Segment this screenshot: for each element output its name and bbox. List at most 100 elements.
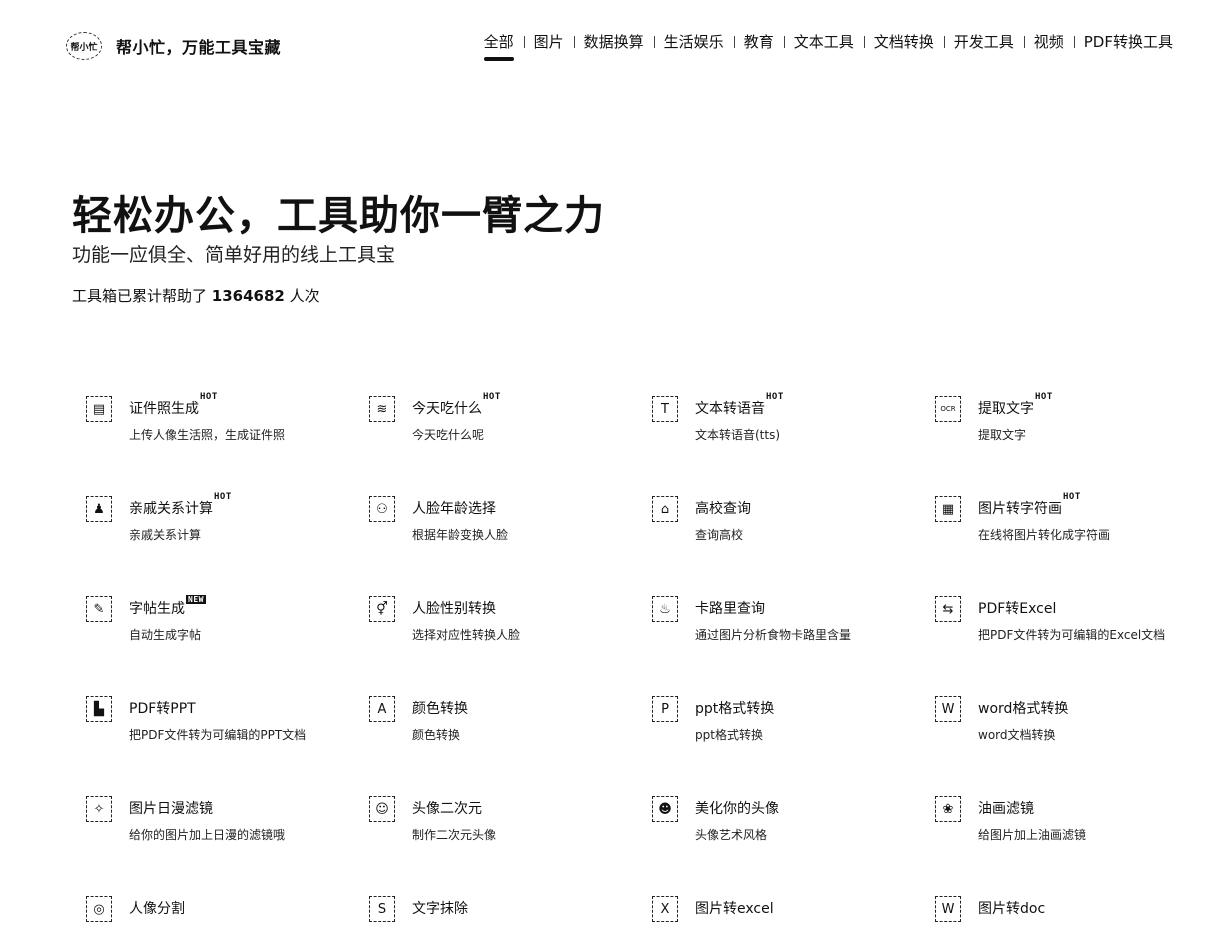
usage-count: 工具箱已累计帮助了 1364682 人次 [72, 285, 320, 306]
logo[interactable]: 帮小忙 帮小忙，万能工具宝藏 [66, 32, 281, 60]
tool-name-text: 图片转doc [978, 901, 1046, 917]
word-icon: W [935, 696, 961, 722]
tool-description: 上传人像生活照，生成证件照 [129, 428, 286, 442]
new-badge: NEW [186, 595, 206, 604]
tool-name-text: 美化你的头像 [695, 801, 779, 817]
pdf-ppt-icon: ▙ [86, 696, 112, 722]
tool-name: 油画滤镜 [978, 798, 1034, 818]
tool-description: 头像艺术风格 [695, 828, 768, 842]
tool-card[interactable]: ✎ 字帖生成 NEW 自动生成字帖 [86, 594, 356, 654]
tool-name: 人像分割 [129, 898, 185, 918]
nav-tab[interactable]: 数据换算 [573, 31, 654, 52]
tool-card[interactable]: ▦ 图片转字符画 HOT 在线将图片转化成字符画 [935, 492, 1205, 554]
ascii-art-icon: ▦ [935, 496, 961, 522]
tool-card[interactable]: ▤ 证件照生成 HOT 上传人像生活照，生成证件照 [86, 392, 356, 454]
tool-card[interactable]: ☻ 美化你的头像 头像艺术风格 [652, 794, 922, 854]
text-to-speech-icon: T [652, 396, 678, 422]
tool-card[interactable]: ⌂ 高校查询 查询高校 [652, 494, 922, 554]
university-icon: ⌂ [652, 496, 678, 522]
calorie-icon: ♨ [652, 596, 678, 622]
tool-card[interactable]: ♟ 亲戚关系计算 HOT 亲戚关系计算 [86, 492, 356, 554]
logo-mark: 帮小忙 [66, 32, 102, 60]
tool-card[interactable]: ▙ PDF转PPT 把PDF文件转为可编辑的PPT文档 [86, 694, 356, 754]
hot-badge: HOT [200, 392, 218, 402]
tool-card[interactable]: ❀ 油画滤镜 给图片加上油画滤镜 [935, 794, 1205, 854]
tool-name: PDF转PPT [129, 698, 196, 718]
image-doc-icon: W [935, 896, 961, 922]
tool-card[interactable]: Wword格式转换 word文档转换 [935, 694, 1205, 754]
tool-name-text: 高校查询 [695, 501, 751, 517]
tool-card[interactable]: A 颜色转换 颜色转换 [369, 694, 639, 754]
tool-name: 证件照生成 HOT [129, 392, 217, 418]
avatar-beautify-icon: ☻ [652, 796, 678, 822]
tool-description: word文档转换 [978, 728, 1056, 742]
tool-description: 提取文字 [978, 428, 1027, 442]
nav-tab[interactable]: 文本工具 [783, 31, 864, 52]
tool-name-text: 提取文字 [978, 401, 1034, 417]
nav-tab[interactable]: 开发工具 [943, 31, 1024, 52]
site-title: 帮小忙，万能工具宝藏 [116, 38, 282, 57]
hero-title: 轻松办公，工具助你一臂之力 [72, 193, 605, 239]
tool-card[interactable]: OCR 提取文字 HOT 提取文字 [935, 392, 1205, 454]
tool-card[interactable]: ⇆ PDF转Excel 把PDF文件转为可编辑的Excel文档 [935, 594, 1205, 654]
tool-name-text: ppt格式转换 [695, 701, 775, 717]
id-card-icon: ▤ [86, 396, 112, 422]
tool-name: ppt格式转换 [695, 698, 774, 718]
tool-name-text: 图片转字符画 [978, 501, 1062, 517]
tool-name: 图片日漫滤镜 [129, 798, 213, 818]
tool-name: 今天吃什么 HOT [412, 392, 500, 418]
nav-tab[interactable]: PDF转换工具 [1073, 31, 1183, 52]
tool-name-text: 图片日漫滤镜 [129, 801, 213, 817]
tool-name-text: PDF转PPT [129, 701, 196, 717]
tool-name: 图片转excel [695, 898, 774, 918]
nav-tab[interactable]: 视频 [1023, 31, 1074, 52]
tool-description: 把PDF文件转为可编辑的Excel文档 [978, 628, 1166, 642]
tool-description: 给图片加上油画滤镜 [978, 828, 1087, 842]
hot-badge: HOT [766, 392, 784, 402]
hot-badge: HOT [483, 392, 501, 402]
nav-tab[interactable]: 全部 [474, 31, 524, 61]
tool-name: 人脸年龄选择 [412, 498, 496, 518]
tool-name: 人脸性别转换 [412, 598, 496, 618]
usage-count-value: 1364682 [211, 287, 285, 305]
tool-name: 颜色转换 [412, 698, 468, 718]
tool-description: 亲戚关系计算 [129, 528, 202, 542]
tool-name: 字帖生成 NEW [129, 595, 206, 618]
tool-name: 高校查询 [695, 498, 751, 518]
nav-tab[interactable]: 生活娱乐 [653, 31, 734, 52]
tool-name-text: 字帖生成 [129, 601, 185, 617]
tool-name: 卡路里查询 [695, 598, 765, 618]
tool-card[interactable]: ☺ 头像二次元 制作二次元头像 [369, 794, 639, 854]
tool-card[interactable]: ⚥ 人脸性别转换选择对应性转换人脸 [369, 594, 639, 654]
tool-card[interactable]: X 图片转excel [652, 894, 922, 929]
gender-swap-icon: ⚥ [369, 596, 395, 622]
tool-name-text: 人像分割 [129, 901, 185, 917]
tool-card[interactable]: W 图片转doc [935, 894, 1205, 929]
tool-name-text: 颜色转换 [412, 701, 468, 717]
tool-card[interactable]: ⚇ 人脸年龄选择 根据年龄变换人脸 [369, 494, 639, 554]
tool-description: ppt格式转换 [695, 728, 763, 742]
face-age-icon: ⚇ [369, 496, 395, 522]
nav-tab[interactable]: 图片 [523, 31, 574, 52]
tool-name-text: 文本转语音 [695, 401, 765, 417]
tool-card[interactable]: ♨ 卡路里查询通过图片分析食物卡路里含量 [652, 594, 922, 654]
tool-name-text: word格式转换 [978, 701, 1069, 717]
tool-name-text: 卡路里查询 [695, 601, 765, 617]
food-icon: ≋ [369, 396, 395, 422]
tool-name: 文本转语音 HOT [695, 392, 783, 418]
tool-card[interactable]: ≋ 今天吃什么 HOT 今天吃什么呢 [369, 392, 639, 454]
tool-card[interactable]: ✧ 图片日漫滤镜 给你的图片加上日漫的滤镜哦 [86, 794, 356, 854]
tool-card[interactable]: Pppt格式转换 ppt格式转换 [652, 694, 922, 754]
tool-description: 通过图片分析食物卡路里含量 [695, 628, 852, 642]
tool-card[interactable]: ◎ 人像分割 [86, 894, 356, 929]
tool-card[interactable]: T 文本转语音 HOT 文本转语音(tts) [652, 392, 922, 454]
tool-description: 给你的图片加上日漫的滤镜哦 [129, 828, 286, 842]
nav-tab[interactable]: 教育 [733, 31, 784, 52]
tool-name: PDF转Excel [978, 598, 1056, 618]
text-erase-icon: S [369, 896, 395, 922]
tool-card[interactable]: S 文字抹除 [369, 894, 639, 929]
tool-name: 图片转doc [978, 898, 1045, 918]
nav-tab[interactable]: 文档转换 [863, 31, 944, 52]
tool-description: 选择对应性转换人脸 [412, 628, 521, 642]
usage-count-prefix: 工具箱已累计帮助了 [72, 287, 208, 305]
